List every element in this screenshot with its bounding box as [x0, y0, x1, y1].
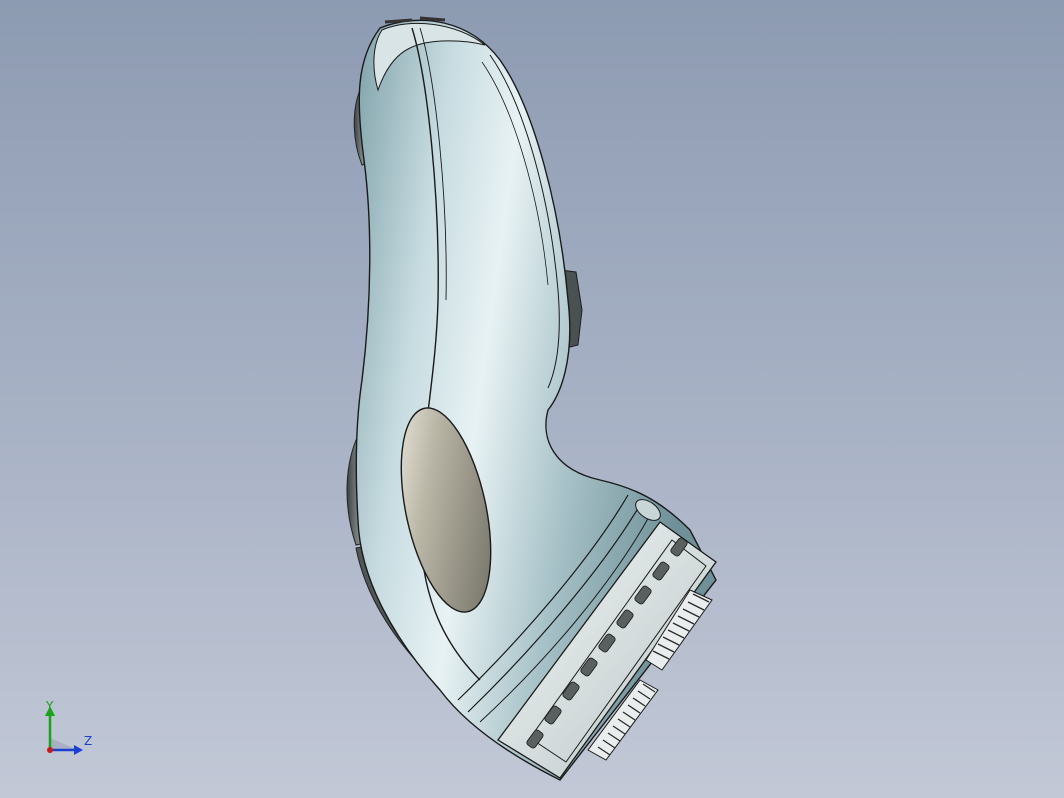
triad-plane [50, 738, 78, 750]
origin-point [47, 747, 53, 753]
shaver-3d-model[interactable] [0, 0, 1064, 798]
y-axis-label: Y [46, 699, 54, 713]
z-axis-label: Z [84, 734, 93, 748]
z-axis-arrow [74, 745, 83, 755]
cad-viewport[interactable]: Y Z [0, 0, 1064, 798]
